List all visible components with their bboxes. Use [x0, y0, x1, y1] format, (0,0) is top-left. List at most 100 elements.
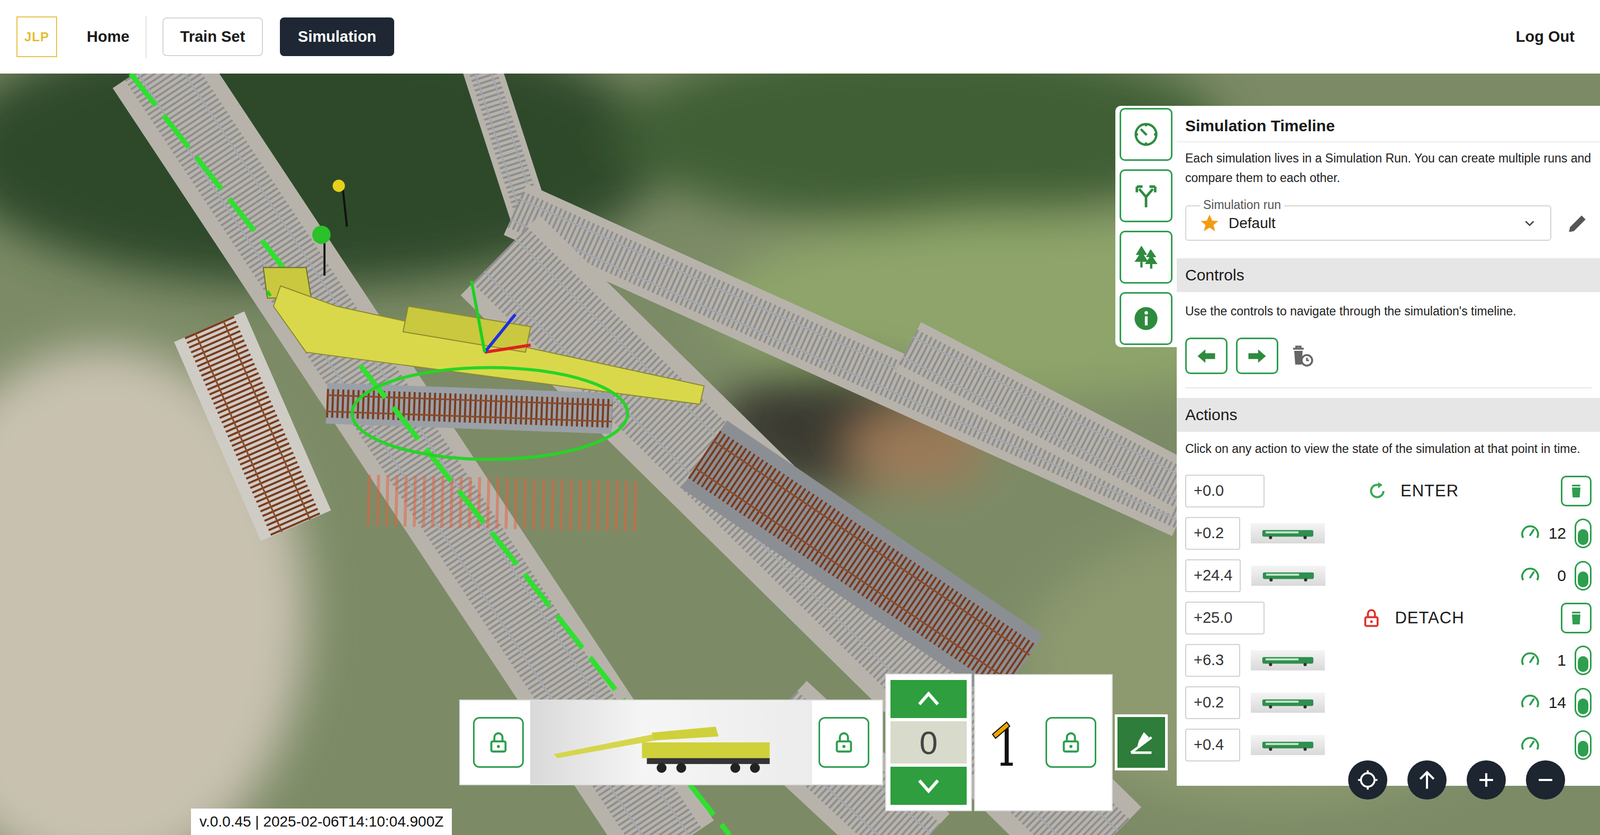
crane-car-image[interactable]	[530, 700, 813, 785]
lock-button[interactable]	[818, 716, 870, 768]
delete-action-button[interactable]	[1574, 687, 1592, 718]
run-row: Simulation run Default	[1185, 205, 1592, 241]
action-row[interactable]: +6.3 1	[1185, 643, 1592, 677]
event-label: ENTER	[1400, 481, 1459, 501]
delete-action-button[interactable]	[1574, 518, 1592, 549]
time-input[interactable]: +24.4	[1185, 559, 1241, 593]
decrement-button[interactable]	[890, 766, 967, 805]
minus-icon	[1533, 768, 1558, 792]
action-row[interactable]: +0.4	[1185, 728, 1592, 762]
time-input[interactable]: +25.0	[1185, 601, 1265, 635]
app: JLP Home Train Set Simulation Log Out Sim…	[0, 0, 1600, 835]
logo[interactable]: JLP	[16, 16, 58, 58]
lock-button[interactable]	[1045, 716, 1097, 768]
info-tool-button[interactable]	[1119, 292, 1173, 345]
timer-icon	[1132, 120, 1160, 149]
car-toolbar: 0	[459, 673, 1168, 812]
action-row[interactable]: +0.0 ENTER	[1185, 474, 1592, 508]
scenery-tool-button[interactable]	[1119, 230, 1173, 284]
nav-link[interactable]: Home	[86, 28, 130, 46]
time-input[interactable]: +0.0	[1185, 474, 1265, 508]
train-thumbnail	[1250, 692, 1325, 713]
previous-button[interactable]	[1185, 337, 1228, 375]
train-image	[1258, 737, 1318, 753]
train-thumbnail	[1250, 523, 1325, 544]
top-nav: JLP Home Train Set Simulation Log Out	[0, 0, 1600, 74]
arrow-right-icon	[1245, 344, 1269, 368]
event: DETACH	[1264, 607, 1561, 629]
speed-value: 12	[1544, 524, 1567, 543]
track[interactable]	[195, 320, 311, 532]
clear-timeline-button[interactable]	[1286, 341, 1317, 371]
delete-action-button[interactable]	[1574, 645, 1592, 676]
car-selector	[459, 699, 884, 786]
plus-icon	[1474, 768, 1498, 792]
pill-fill	[1577, 656, 1589, 672]
timeline-controls	[1185, 337, 1592, 375]
train-image	[1258, 652, 1318, 668]
track[interactable]	[484, 239, 1118, 835]
action-row[interactable]: +24.4 0	[1185, 559, 1592, 593]
nav-button[interactable]: Simulation	[279, 17, 395, 57]
zoom-out-button[interactable]	[1525, 760, 1566, 800]
speedometer-icon	[1519, 734, 1541, 756]
train-thumbnail	[1250, 734, 1325, 756]
increment-button[interactable]	[890, 679, 967, 718]
speed-value: 1	[1544, 651, 1567, 670]
info-icon	[1132, 304, 1160, 333]
north-button[interactable]	[1407, 760, 1447, 800]
time-input[interactable]: +6.3	[1185, 643, 1241, 677]
pencil-icon	[1566, 211, 1590, 235]
crane-model[interactable]	[263, 267, 705, 460]
trash-icon	[1567, 609, 1585, 627]
counter-value: 0	[890, 721, 967, 764]
track[interactable]	[326, 395, 613, 422]
train-image	[1258, 568, 1318, 584]
semaphore-icon[interactable]	[990, 717, 1015, 767]
delete-clock-icon	[1288, 343, 1315, 369]
section-header: Actions	[1176, 397, 1600, 432]
signal[interactable]	[312, 179, 348, 276]
delete-action-button[interactable]	[1574, 560, 1592, 591]
nav-button[interactable]: Train Set	[162, 17, 264, 57]
star-icon	[1198, 212, 1221, 234]
time-input[interactable]: +0.4	[1185, 728, 1241, 762]
slope-edit-button[interactable]	[1114, 714, 1168, 771]
speed-value: 14	[1544, 693, 1567, 712]
time-input[interactable]: +0.2	[1185, 686, 1241, 720]
pill-fill	[1577, 698, 1589, 715]
delete-action-button[interactable]	[1560, 475, 1592, 507]
train-thumbnail	[1251, 565, 1326, 586]
edit-run-button[interactable]	[1564, 209, 1592, 238]
track[interactable]	[903, 337, 1189, 500]
delete-action-button[interactable]	[1574, 730, 1592, 760]
train-image	[1258, 525, 1318, 541]
pill-fill	[1577, 571, 1589, 588]
slope-edit-icon	[1125, 726, 1157, 758]
chevron-down-icon	[912, 769, 945, 802]
action-row[interactable]: +0.2 12	[1185, 516, 1592, 550]
lock-button[interactable]	[473, 716, 524, 768]
recenter-button[interactable]	[1348, 760, 1388, 800]
action-row[interactable]: +0.2 14	[1185, 686, 1592, 720]
timeline-tool-button[interactable]	[1119, 107, 1173, 161]
switch-tool-button[interactable]	[1119, 169, 1173, 223]
crosshair-icon	[1356, 768, 1380, 792]
lock-icon	[1360, 607, 1383, 629]
speedometer-icon	[1519, 522, 1541, 544]
next-button[interactable]	[1235, 337, 1279, 375]
car-counter: 0	[885, 673, 972, 812]
speedometer-icon	[1519, 649, 1541, 671]
time-input[interactable]: +0.2	[1185, 516, 1241, 550]
delete-action-button[interactable]	[1560, 602, 1592, 634]
run-select[interactable]: Simulation run Default	[1185, 205, 1552, 241]
lock-icon	[1058, 730, 1084, 755]
action-row[interactable]: +25.0 DETACH	[1185, 601, 1592, 635]
trash-icon	[1567, 482, 1585, 500]
chevron-down-icon	[1521, 215, 1538, 232]
track[interactable]	[694, 440, 1030, 683]
train-thumbnail	[1250, 650, 1325, 671]
signal-selector	[974, 674, 1113, 812]
logout-link[interactable]: Log Out	[1515, 28, 1575, 46]
zoom-in-button[interactable]	[1466, 760, 1506, 800]
